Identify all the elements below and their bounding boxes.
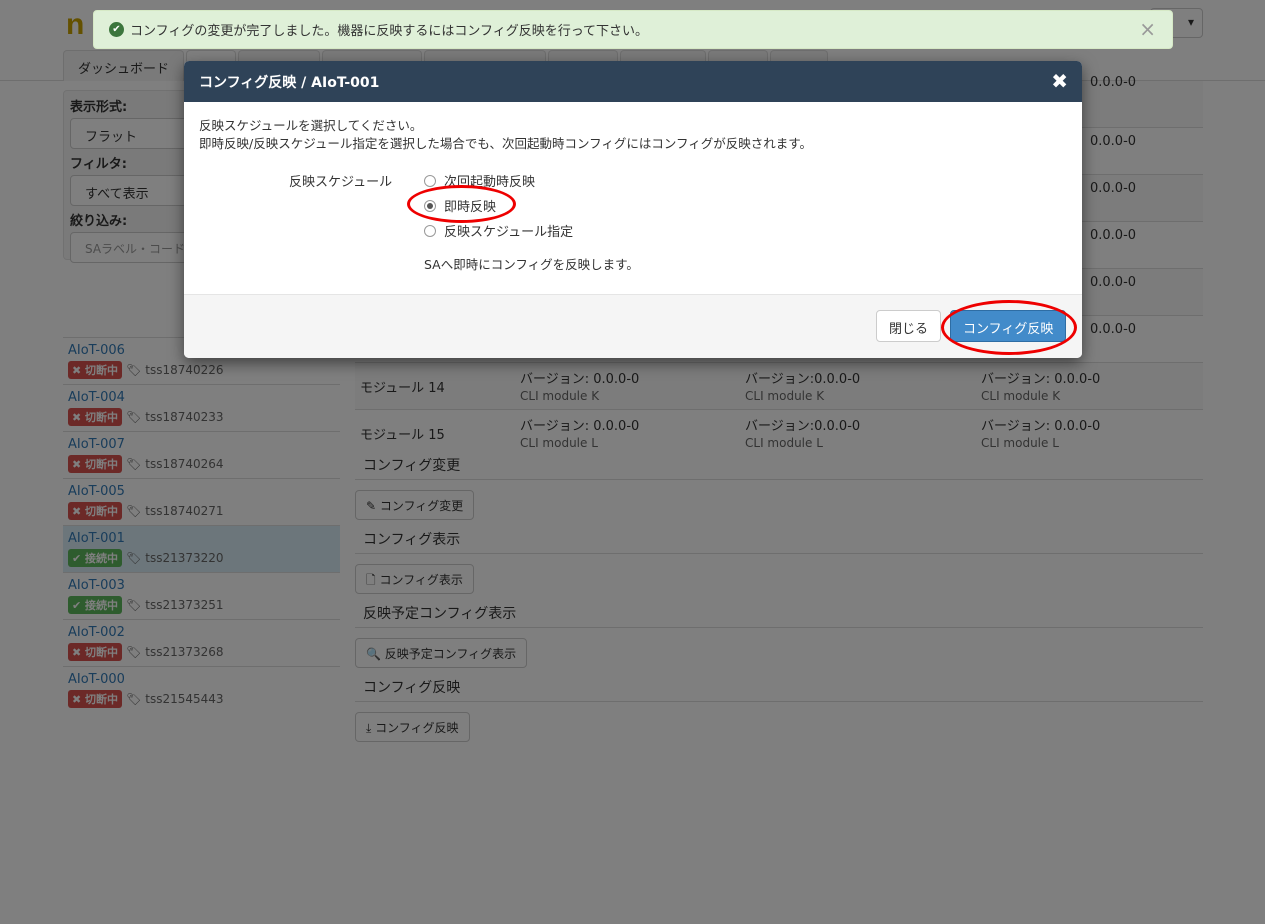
note-text: 即時反映/反映スケジュール指定を選択した場合でも、次回起動時コンフィグにはコンフ… [199,136,812,151]
instruction-text: 反映スケジュールを選択してください。 [199,118,423,133]
radio-label[interactable]: 反映スケジュール指定 [444,221,573,240]
close-icon[interactable]: ✖ [1051,69,1068,93]
config-apply-modal: コンフィグ反映 / AIoT-001 ✖ 反映スケジュールを選択してください。 … [184,61,1082,358]
highlight-circle-immediate [407,185,516,223]
schedule-label: 反映スケジュール [289,175,393,190]
close-icon[interactable]: × [1139,19,1156,39]
radio-button[interactable] [424,224,436,237]
radio-button[interactable] [424,174,436,187]
modal-header: コンフィグ反映 / AIoT-001 ✖ [184,61,1082,102]
alert-message: コンフィグの変更が完了しました。機器に反映するにはコンフィグ反映を行って下さい。 [130,24,649,39]
highlight-circle-apply [941,300,1077,355]
check-circle-icon: ✔ [109,22,124,37]
help-text: SAへ即時にコンフィグを反映します。 [424,257,639,272]
modal-title: コンフィグ反映 / AIoT-001 [199,75,380,91]
success-alert: ✔ コンフィグの変更が完了しました。機器に反映するにはコンフィグ反映を行って下さ… [93,10,1173,49]
modal-body: 反映スケジュールを選択してください。 即時反映/反映スケジュール指定を選択した場… [184,102,1082,295]
radio-scheduled[interactable]: 反映スケジュール指定 [424,221,573,240]
close-button[interactable]: 閉じる [876,310,942,342]
